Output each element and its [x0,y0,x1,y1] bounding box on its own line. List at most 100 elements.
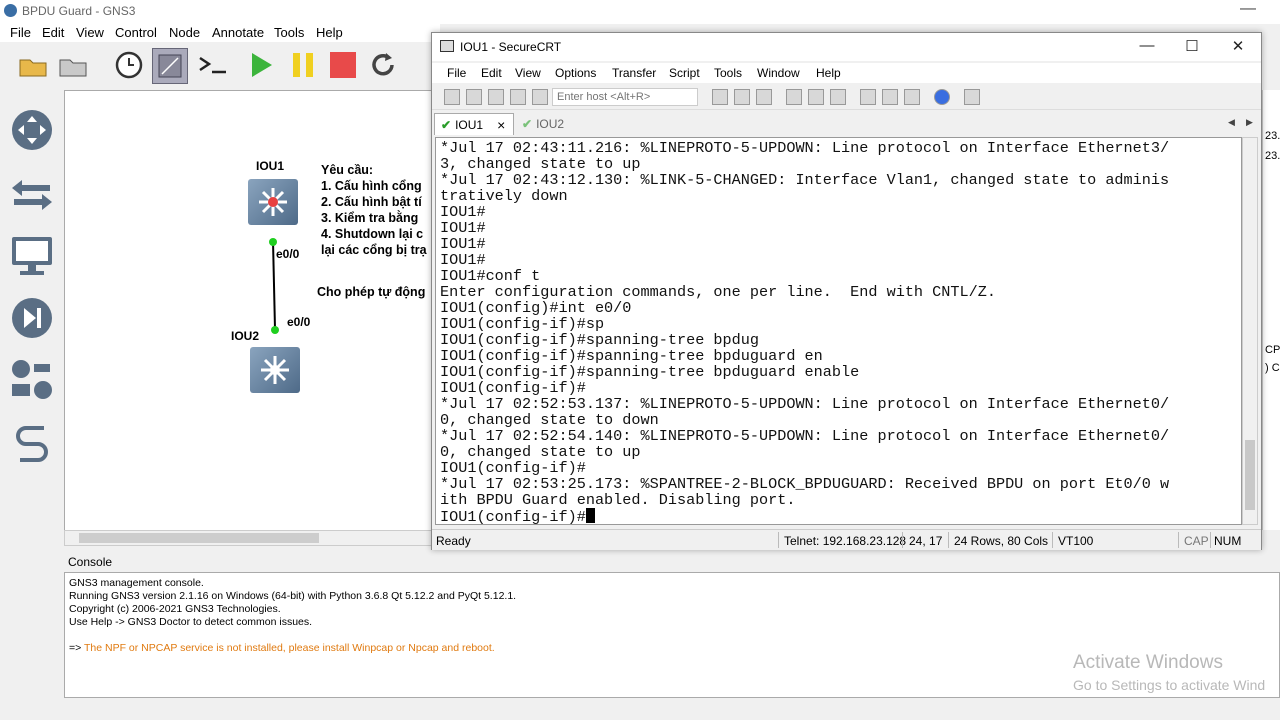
paste-icon[interactable] [734,89,750,105]
all-devices-icon [12,360,52,399]
start-all-button[interactable] [244,48,278,82]
terminal-screen[interactable]: *Jul 17 02:43:11.216: %LINEPROTO-5-UPDOW… [435,137,1242,525]
folder-new-icon [19,59,47,77]
stop-all-button[interactable] [326,48,360,82]
gns3-menu-tools[interactable]: Tools [274,25,304,40]
tab-iou1[interactable]: ✔ IOU1 × [434,113,514,135]
status-separator [902,532,903,548]
scrollbar-thumb[interactable] [79,533,319,543]
browse-routers-button[interactable] [10,108,54,152]
status-separator [1210,532,1211,548]
global-options-icon[interactable] [882,89,898,105]
print-selection-icon[interactable] [808,89,824,105]
console-header: Console [64,551,1280,571]
requirements-line: 4. Shutdown lại c [321,227,424,241]
connect-in-tab-icon[interactable] [488,89,504,105]
console-line: Running GNS3 version 2.1.16 on Windows (… [69,590,517,602]
copy-icon[interactable] [712,89,728,105]
add-link-button[interactable] [10,422,54,466]
securecrt-window: IOU1 - SecureCRT — ☐ ✕ File Edit View Op… [431,32,1262,550]
close-button[interactable]: ✕ [1223,37,1253,55]
crt-menu-help[interactable]: Help [816,66,841,80]
crt-menu-tools[interactable]: Tools [714,66,742,80]
open-project-button[interactable] [56,48,90,82]
keymap-icon[interactable] [904,89,920,105]
snapshot-button[interactable] [112,48,146,82]
node-iou1[interactable] [248,179,298,225]
crt-menu-view[interactable]: View [515,66,541,80]
reload-icon [372,53,394,76]
browse-all-devices-button[interactable] [10,358,54,402]
gns3-menu-file[interactable]: File [10,25,31,40]
disconnect-icon[interactable] [532,89,548,105]
console-line: GNS3 management console. [69,577,204,589]
topology-canvas[interactable]: IOU1 e0/0 e0/0 IOU2 Yêu cầu: 1. Cấu hình… [64,90,433,532]
activate-windows-subtitle: Go to Settings to activate Wind [1073,677,1266,693]
new-project-button[interactable] [16,48,50,82]
help-icon[interactable] [934,89,950,105]
tab-close-icon[interactable]: × [497,117,505,133]
securecrt-menu-bar: File Edit View Options Transfer Script T… [432,63,1261,83]
session-options-icon[interactable] [860,89,876,105]
console-line: Copyright (c) 2006-2021 GNS3 Technologie… [69,603,281,615]
tab-label: IOU1 [455,117,484,132]
canvas-horizontal-scrollbar[interactable] [64,530,432,546]
suspend-all-button[interactable] [286,48,320,82]
port-status-iou2 [271,326,279,334]
cable-icon [16,426,48,462]
warning-text: The NPF or NPCAP service is not installe… [84,642,495,654]
terminal-cursor [585,508,595,523]
tab-label: IOU2 [536,117,565,131]
gns3-menu-node[interactable]: Node [169,25,200,40]
gns3-menu-view[interactable]: View [76,25,104,40]
scrollbar-thumb[interactable] [1245,440,1255,510]
switch-arrows-icon [12,180,52,210]
crt-menu-transfer[interactable]: Transfer [612,66,656,80]
reload-all-button[interactable] [366,48,400,82]
tab-iou2[interactable]: ✔ IOU2 [518,113,578,135]
gns3-menu-edit[interactable]: Edit [42,25,64,40]
crt-menu-file[interactable]: File [447,66,466,80]
terminal-vertical-scrollbar[interactable] [1242,137,1258,525]
console-title: Console [68,555,113,569]
link-line[interactable] [65,91,433,531]
gns3-logo-icon [4,4,17,17]
monitor-icon [12,237,52,275]
crt-menu-edit[interactable]: Edit [481,66,502,80]
browse-switches-button[interactable] [10,172,54,216]
find-icon[interactable] [756,89,772,105]
background-panel-right: 23. 23. CP ) C [1262,90,1280,530]
crt-menu-script[interactable]: Script [669,66,700,80]
node-iou2[interactable] [250,347,300,393]
browse-security-devices-button[interactable] [10,296,54,340]
tab-scroll-right-icon[interactable]: ▶ [1246,117,1253,128]
quick-connect-icon[interactable] [466,89,482,105]
connect-icon[interactable] [444,89,460,105]
session-tabs: ✔ IOU1 × ✔ IOU2 ◀ ▶ [432,111,1261,135]
port-label-iou2: e0/0 [287,315,311,329]
gns3-menu-annotate[interactable]: Annotate [212,25,264,40]
crt-menu-window[interactable]: Window [757,66,800,80]
browse-end-devices-button[interactable] [10,234,54,278]
gns3-window-title: BPDU Guard - GNS3 [22,4,136,18]
crt-menu-options[interactable]: Options [555,66,596,80]
print-setup-icon[interactable] [830,89,846,105]
print-icon[interactable] [786,89,802,105]
reconnect-icon[interactable] [510,89,526,105]
sftp-icon[interactable] [964,89,980,105]
requirements-line: Yêu cầu: [321,163,374,177]
gns3-menu-control[interactable]: Control [115,25,157,40]
host-input[interactable] [552,88,698,106]
maximize-button[interactable]: ☐ [1177,37,1207,55]
skip-forward-icon [12,298,52,338]
minimize-button[interactable]: — [1132,37,1162,54]
console-all-button[interactable] [196,48,230,82]
status-separator [1178,532,1179,548]
connected-check-icon: ✔ [522,117,533,131]
tab-scroll-left-icon[interactable]: ◀ [1228,117,1235,128]
gns3-menu-help[interactable]: Help [316,25,343,40]
gns3-minimize-button[interactable]: — [1240,0,1256,18]
status-separator [948,532,949,548]
status-separator [778,532,779,548]
show-interface-labels-button[interactable] [152,48,188,84]
